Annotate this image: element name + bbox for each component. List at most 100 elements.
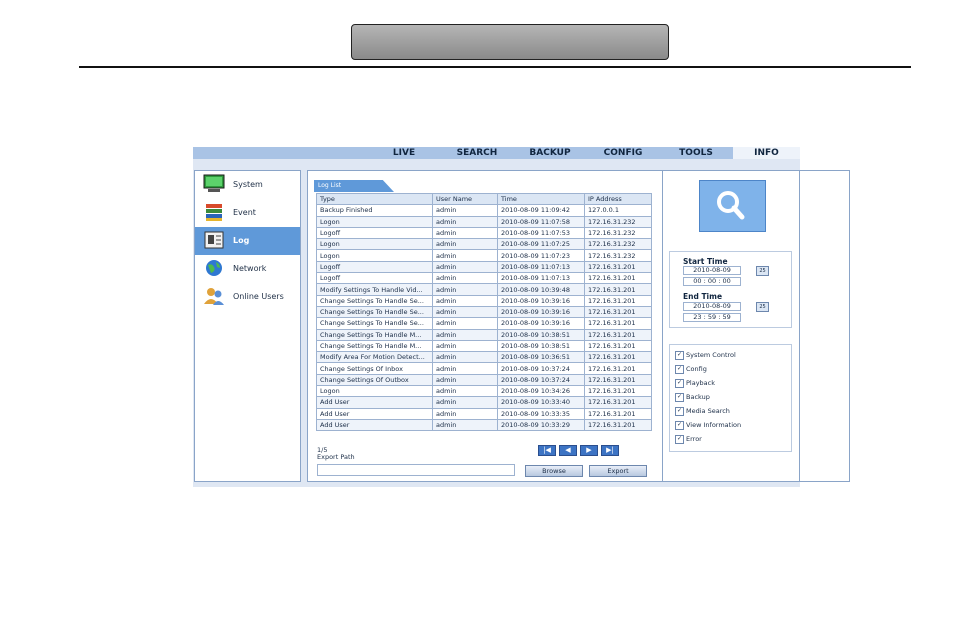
table-row[interactable]: Modify Area For Motion Detect... admin 201… — [316, 351, 652, 364]
export-button[interactable]: Export — [589, 465, 647, 477]
column-header-user-name[interactable]: User Name — [432, 192, 498, 206]
nav-backup[interactable]: BACKUP — [524, 147, 576, 159]
table-cell: Logoff — [316, 260, 433, 274]
last-page-button[interactable]: ▶| — [601, 445, 619, 456]
document-header-bar — [351, 24, 669, 60]
checkbox[interactable]: ✓ — [675, 435, 684, 444]
browse-button[interactable]: Browse — [525, 465, 583, 477]
start-date-field[interactable]: 2010-08-09 — [683, 266, 741, 275]
table-cell: 2010-08-09 10:34:26 — [497, 385, 585, 398]
table-row[interactable]: Change Settings To Handle M... admin 2010-… — [316, 328, 652, 341]
tab-log-list[interactable]: Log List — [314, 180, 394, 192]
sidebar-item-log[interactable]: Log — [195, 227, 300, 255]
search-button[interactable] — [699, 180, 766, 232]
column-header-time[interactable]: Time — [497, 192, 585, 206]
log-table: Type User Name Time IP Address Backup Fi… — [316, 192, 652, 432]
nav-config[interactable]: CONFIG — [598, 147, 648, 159]
network-icon — [206, 260, 222, 276]
filter-label: Media Search — [686, 407, 730, 415]
table-cell: 2010-08-09 10:37:24 — [497, 373, 585, 387]
table-row[interactable]: Add User admin 2010-08-09 10:33:35 172.16.3… — [316, 407, 652, 420]
table-cell: 172.16.31.232 — [584, 226, 652, 240]
table-row[interactable]: Change Settings To Handle Se... admin 2010… — [316, 305, 652, 319]
filter-label: Backup — [686, 393, 710, 401]
table-cell: Logon — [316, 385, 433, 398]
table-cell: admin — [432, 317, 498, 330]
table-row[interactable]: Logon admin 2010-08-09 11:07:58 172.16.31.2… — [316, 215, 652, 228]
table-cell: 172.16.31.201 — [584, 328, 652, 341]
table-row[interactable]: Add User admin 2010-08-09 10:33:40 172.16.3… — [316, 396, 652, 409]
table-row[interactable]: Modify Settings To Handle Vid... admin 201… — [316, 283, 652, 296]
table-cell: admin — [432, 249, 498, 262]
sidebar-item-network[interactable]: Network — [195, 255, 300, 283]
column-header-ip-address[interactable]: IP Address — [584, 192, 652, 206]
checkbox[interactable]: ✓ — [675, 421, 684, 430]
table-cell: Change Settings Of Inbox — [316, 362, 433, 375]
table-cell: 2010-08-09 10:37:24 — [497, 362, 585, 375]
table-cell: Logoff — [316, 226, 433, 240]
sidebar-item-system[interactable]: System — [195, 171, 300, 199]
table-cell: admin — [432, 373, 498, 387]
nav-tools[interactable]: TOOLS — [671, 147, 721, 159]
table-row[interactable]: Logon admin 2010-08-09 11:07:25 172.16.31.2… — [316, 238, 652, 251]
table-row[interactable]: Logoff admin 2010-08-09 11:07:53 172.16.31.… — [316, 226, 652, 240]
end-time-field[interactable]: 23 : 59 : 59 — [683, 313, 741, 322]
nav-info[interactable]: INFO — [733, 147, 800, 159]
table-cell: 2010-08-09 10:39:48 — [497, 283, 585, 296]
search-icon — [717, 191, 745, 220]
table-cell: admin — [432, 283, 498, 296]
nav-live[interactable]: LIVE — [380, 147, 428, 159]
table-cell: 172.16.31.201 — [584, 351, 652, 364]
prev-page-button[interactable]: ◀ — [559, 445, 577, 456]
table-cell: 172.16.31.201 — [584, 373, 652, 387]
sidebar-item-event[interactable]: Event — [195, 199, 300, 227]
system-icon — [203, 174, 225, 192]
table-cell: 2010-08-09 10:39:16 — [497, 305, 585, 319]
table-cell: Logon — [316, 238, 433, 251]
filter-label: Playback — [686, 379, 716, 387]
table-row[interactable]: Logon admin 2010-08-09 11:07:23 172.16.31.2… — [316, 249, 652, 262]
checkbox[interactable]: ✓ — [675, 393, 684, 402]
table-cell: Backup Finished — [316, 204, 433, 217]
table-row[interactable]: Logoff admin 2010-08-09 11:07:13 172.16.31.… — [316, 272, 652, 285]
end-time-label: End Time — [683, 292, 723, 301]
table-row[interactable]: Change Settings Of Inbox admin 2010-08-09 … — [316, 362, 652, 375]
end-date-field[interactable]: 2010-08-09 — [683, 302, 741, 311]
online-users-icon — [204, 288, 224, 305]
table-row[interactable]: Change Settings To Handle Se... admin 2010… — [316, 317, 652, 330]
checkbox[interactable]: ✓ — [675, 365, 684, 374]
table-cell: 2010-08-09 10:38:51 — [497, 328, 585, 341]
sidebar-item-online-users[interactable]: Online Users — [195, 283, 300, 311]
table-row[interactable]: Change Settings To Handle Se... admin 2010… — [316, 294, 652, 307]
checkbox[interactable]: ✓ — [675, 379, 684, 388]
table-row[interactable]: Change Settings Of Outbox admin 2010-08-09… — [316, 373, 652, 387]
first-page-button[interactable]: |◀ — [538, 445, 556, 456]
search-panel: Start Time 2010-08-09 25 00 : 00 : 00 En… — [662, 170, 800, 482]
table-cell: 2010-08-09 10:33:29 — [497, 418, 585, 432]
table-cell: Change Settings To Handle M... — [316, 328, 433, 341]
start-time-field[interactable]: 00 : 00 : 00 — [683, 277, 741, 286]
table-row[interactable]: Change Settings To Handle M... admin 2010-… — [316, 339, 652, 353]
table-cell: 172.16.31.201 — [584, 294, 652, 307]
table-row[interactable]: Backup Finished admin 2010-08-09 11:09:42 1… — [316, 204, 652, 217]
time-range: Start Time 2010-08-09 25 00 : 00 : 00 En… — [669, 251, 792, 328]
table-row[interactable]: Logoff admin 2010-08-09 11:07:13 172.16.31.… — [316, 260, 652, 274]
checkbox[interactable]: ✓ — [675, 351, 684, 360]
log-type-filters: ✓ System Control ✓ Config ✓ Playback ✓ Backup ✓ M… — [669, 344, 792, 452]
checkbox[interactable]: ✓ — [675, 407, 684, 416]
export-path-input[interactable] — [317, 464, 515, 476]
table-cell: admin — [432, 328, 498, 341]
table-cell: Change Settings To Handle M... — [316, 339, 433, 353]
column-header-type[interactable]: Type — [316, 192, 433, 206]
end-calendar-button[interactable]: 25 — [756, 302, 769, 312]
table-cell: 2010-08-09 11:07:23 — [497, 249, 585, 262]
table-row[interactable]: Add User admin 2010-08-09 10:33:29 172.16.3… — [316, 418, 652, 432]
nav-search[interactable]: SEARCH — [450, 147, 504, 159]
table-cell: 2010-08-09 10:38:51 — [497, 339, 585, 353]
table-row[interactable]: Logon admin 2010-08-09 10:34:26 172.16.31.2… — [316, 385, 652, 398]
start-calendar-button[interactable]: 25 — [756, 266, 769, 276]
event-icon — [206, 204, 222, 221]
table-cell: 2010-08-09 11:09:42 — [497, 204, 585, 217]
next-page-button[interactable]: ▶ — [580, 445, 598, 456]
table-cell: 172.16.31.232 — [584, 249, 652, 262]
